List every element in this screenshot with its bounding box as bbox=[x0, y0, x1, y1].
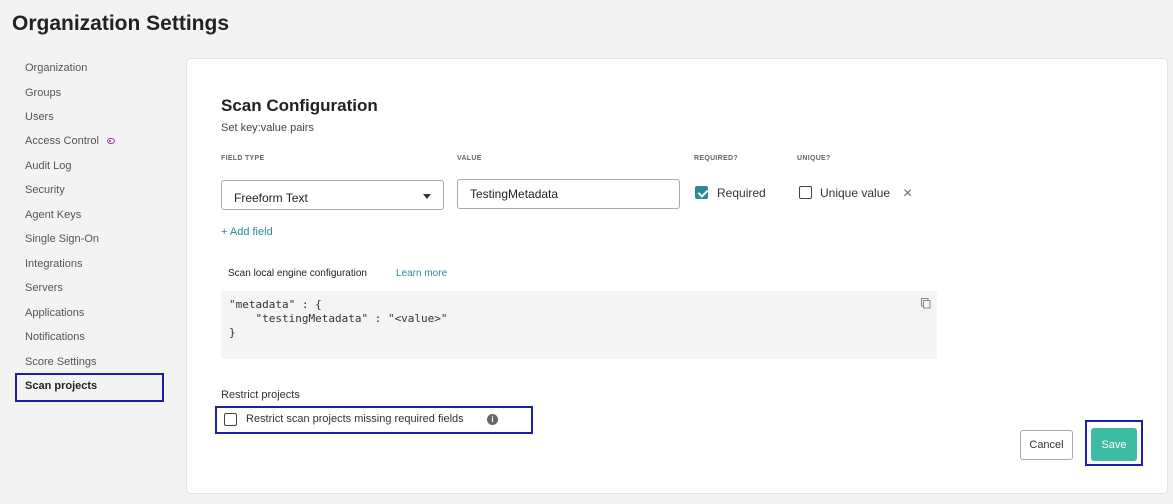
sidebar-item-audit-log[interactable]: Audit Log bbox=[25, 160, 71, 172]
copy-icon[interactable] bbox=[921, 298, 931, 309]
required-checkbox[interactable] bbox=[695, 186, 708, 199]
learn-more-link[interactable]: Learn more bbox=[396, 268, 447, 279]
sidebar-item-users[interactable]: Users bbox=[25, 111, 54, 123]
required-header: REQUIRED? bbox=[694, 155, 738, 162]
required-label: Required bbox=[717, 186, 766, 200]
sidebar-item-label: Users bbox=[25, 111, 54, 123]
field-type-value: Freeform Text bbox=[234, 191, 308, 205]
sidebar-item-label: Groups bbox=[25, 87, 62, 99]
sidebar-item-label: Servers bbox=[25, 282, 63, 294]
sidebar-item-applications[interactable]: Applications bbox=[25, 307, 84, 319]
sidebar-item-organization[interactable]: Organization bbox=[25, 62, 87, 74]
eye-icon bbox=[106, 138, 115, 144]
value-header: VALUE bbox=[457, 155, 482, 162]
unique-checkbox[interactable] bbox=[799, 186, 812, 199]
active-item-highlight bbox=[15, 373, 164, 402]
sidebar-item-label: Audit Log bbox=[25, 160, 72, 172]
close-icon[interactable]: × bbox=[903, 186, 912, 202]
engine-config-label: Scan local engine configuration bbox=[228, 268, 367, 279]
add-field-link[interactable]: + Add field bbox=[221, 226, 273, 238]
page-title: Organization Settings bbox=[12, 12, 230, 35]
section-subtitle: Set key:value pairs bbox=[221, 122, 314, 134]
restrict-section-label: Restrict projects bbox=[221, 389, 300, 401]
sidebar-item-label: Agent Keys bbox=[25, 209, 82, 221]
restrict-checkbox[interactable] bbox=[224, 413, 237, 426]
section-title: Scan Configuration bbox=[221, 96, 378, 115]
restrict-checkbox-label: Restrict scan projects missing required … bbox=[246, 413, 464, 425]
sidebar-item-access-control[interactable]: Access Control bbox=[25, 135, 115, 147]
sidebar-item-label: Organization bbox=[25, 62, 88, 74]
save-button[interactable]: Save bbox=[1091, 428, 1137, 461]
code-text: "metadata" : { "testingMetadata" : "<val… bbox=[229, 298, 448, 339]
info-icon[interactable]: i bbox=[487, 414, 498, 425]
sidebar-item-single-sign-on[interactable]: Single Sign-On bbox=[25, 233, 99, 245]
sidebar-item-label: Security bbox=[25, 184, 65, 196]
sidebar-item-label: Score Settings bbox=[25, 356, 97, 368]
sidebar-item-label: Applications bbox=[25, 307, 85, 319]
unique-label: Unique value bbox=[820, 186, 891, 200]
sidebar-item-label: Notifications bbox=[25, 331, 85, 343]
sidebar-item-integrations[interactable]: Integrations bbox=[25, 258, 82, 270]
sidebar-item-security[interactable]: Security bbox=[25, 184, 65, 196]
sidebar-item-label: Integrations bbox=[25, 258, 83, 270]
sidebar-item-servers[interactable]: Servers bbox=[25, 282, 63, 294]
cancel-button[interactable]: Cancel bbox=[1020, 430, 1073, 460]
field-type-header: FIELD TYPE bbox=[221, 155, 265, 162]
sidebar-item-groups[interactable]: Groups bbox=[25, 87, 61, 99]
sidebar-item-agent-keys[interactable]: Agent Keys bbox=[25, 209, 81, 221]
value-input[interactable] bbox=[457, 179, 680, 209]
sidebar-item-label: Single Sign-On bbox=[25, 233, 99, 245]
engine-config-code: "metadata" : { "testingMetadata" : "<val… bbox=[221, 291, 937, 359]
sidebar-item-score-settings[interactable]: Score Settings bbox=[25, 356, 97, 368]
unique-header: UNIQUE? bbox=[797, 155, 831, 162]
sidebar-item-notifications[interactable]: Notifications bbox=[25, 331, 85, 343]
sidebar-item-label: Access Control bbox=[25, 135, 99, 147]
caret-down-icon bbox=[423, 194, 431, 199]
field-type-select[interactable]: Freeform Text bbox=[221, 180, 444, 210]
